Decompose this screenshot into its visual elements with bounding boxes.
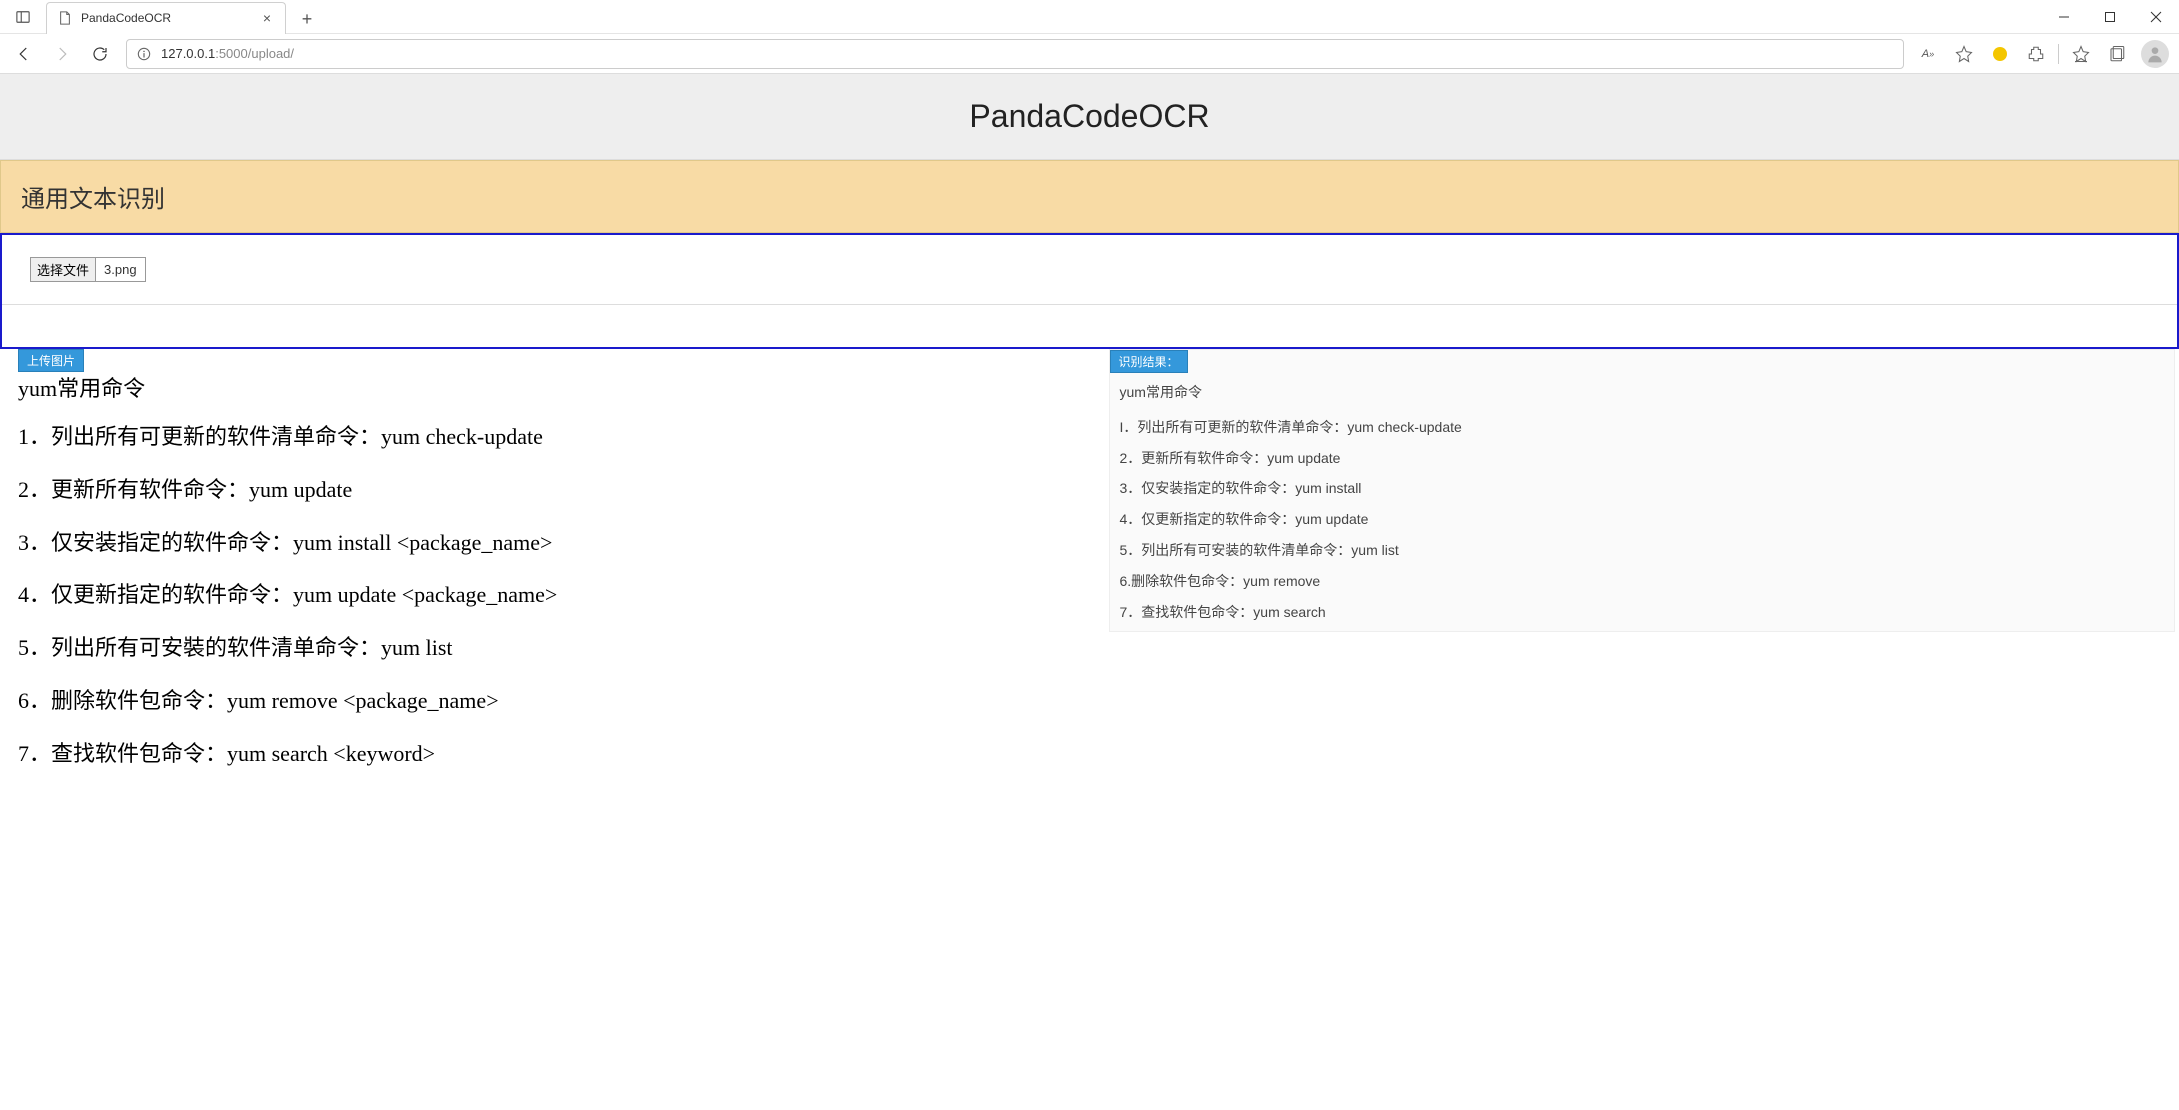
image-line: 1．列出所有可更新的软件清单命令：yum check-update <box>18 411 1093 464</box>
uploaded-image-content: yum常用命令 1．列出所有可更新的软件清单命令：yum check-updat… <box>18 372 1093 781</box>
page-header: PandaCodeOCR <box>0 74 2179 160</box>
read-aloud-icon[interactable]: A» <box>1912 38 1944 70</box>
page-content: PandaCodeOCR 通用文本识别 选择文件 3.png 上传图片 yum常… <box>0 74 2179 781</box>
file-icon <box>57 10 73 26</box>
result-line: 4．仅更新指定的软件命令：yum update <box>1120 504 2165 535</box>
page-title: PandaCodeOCR <box>0 98 2179 135</box>
favorites-bar-icon[interactable] <box>2065 38 2097 70</box>
forward-button[interactable] <box>44 38 80 70</box>
extensions-icon[interactable] <box>2020 38 2052 70</box>
address-bar[interactable]: 127.0.0.1:5000/upload/ <box>126 39 1904 69</box>
site-info-icon[interactable] <box>135 45 153 63</box>
uploaded-image-column: 上传图片 yum常用命令 1．列出所有可更新的软件清单命令：yum check-… <box>0 349 1093 781</box>
profile-avatar[interactable] <box>2141 40 2169 68</box>
window-controls <box>2041 0 2179 34</box>
selected-file-name: 3.png <box>96 260 145 279</box>
tab-strip: PandaCodeOCR × + <box>46 0 321 34</box>
back-button[interactable] <box>6 38 42 70</box>
ocr-result-content: yum常用命令 I．列出所有可更新的软件清单命令：yum check-updat… <box>1110 373 2175 631</box>
image-line: 6．删除软件包命令：yum remove <package_name> <box>18 675 1093 728</box>
section-heading: 通用文本识别 <box>0 160 2179 233</box>
collections-icon[interactable] <box>2101 38 2133 70</box>
file-input[interactable]: 选择文件 3.png <box>30 257 146 282</box>
result-line: I．列出所有可更新的软件清单命令：yum check-update <box>1120 412 2165 443</box>
image-heading: yum常用命令 <box>18 372 1093 405</box>
result-columns: 上传图片 yum常用命令 1．列出所有可更新的软件清单命令：yum check-… <box>0 349 2179 781</box>
image-line: 4．仅更新指定的软件命令：yum update <package_name> <box>18 569 1093 622</box>
file-input-row: 选择文件 3.png <box>2 235 2177 305</box>
upload-badge: 上传图片 <box>18 349 84 372</box>
ocr-result-column: 识别结果： yum常用命令 I．列出所有可更新的软件清单命令：yum check… <box>1093 349 2179 632</box>
image-line: 7．查找软件包命令：yum search <keyword> <box>18 728 1093 781</box>
image-line: 3．仅安装指定的软件命令：yum install <package_name> <box>18 517 1093 570</box>
maximize-button[interactable] <box>2087 0 2133 34</box>
image-line: 2．更新所有软件命令：yum update <box>18 464 1093 517</box>
url-text: 127.0.0.1:5000/upload/ <box>161 46 294 61</box>
close-icon[interactable]: × <box>259 10 275 26</box>
result-line: 2．更新所有软件命令：yum update <box>1120 443 2165 474</box>
result-line: 3．仅安装指定的软件命令：yum install <box>1120 473 2165 504</box>
result-line: 7．查找软件包命令：yum search <box>1120 597 2165 628</box>
form-spacer <box>2 305 2177 347</box>
result-badge: 识别结果： <box>1110 350 1188 373</box>
new-tab-button[interactable]: + <box>293 6 321 34</box>
browser-toolbar: 127.0.0.1:5000/upload/ A» <box>0 34 2179 74</box>
choose-file-button[interactable]: 选择文件 <box>31 258 96 281</box>
tab-title: PandaCodeOCR <box>81 11 259 25</box>
browser-tab[interactable]: PandaCodeOCR × <box>46 2 286 34</box>
tab-actions-icon[interactable] <box>0 10 46 24</box>
url-host: 127.0.0.1 <box>161 46 215 61</box>
result-heading: yum常用命令 <box>1120 377 2165 408</box>
window-close-button[interactable] <box>2133 0 2179 34</box>
upload-form-box: 选择文件 3.png <box>0 233 2179 349</box>
url-path: :5000/upload/ <box>215 46 294 61</box>
window-titlebar: PandaCodeOCR × + <box>0 0 2179 34</box>
refresh-button[interactable] <box>82 38 118 70</box>
minimize-button[interactable] <box>2041 0 2087 34</box>
favorite-icon[interactable] <box>1948 38 1980 70</box>
result-line: 6.删除软件包命令：yum remove <box>1120 566 2165 597</box>
extension-yellow-icon[interactable] <box>1984 38 2016 70</box>
result-line: 5．列出所有可安装的软件清单命令：yum list <box>1120 535 2165 566</box>
separator <box>2058 44 2059 64</box>
image-line: 5．列出所有可安裝的软件清单命令：yum list <box>18 622 1093 675</box>
